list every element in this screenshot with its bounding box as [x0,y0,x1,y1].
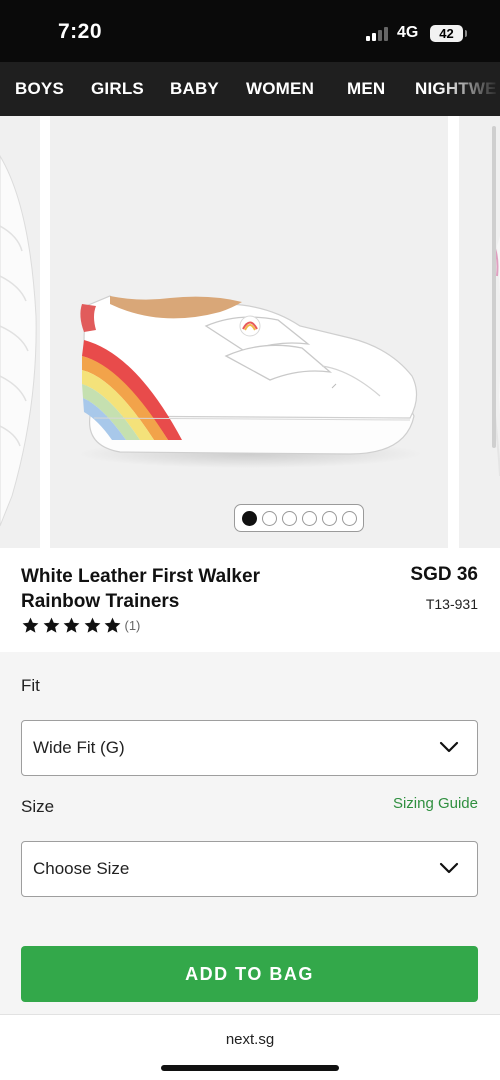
chevron-down-icon [439,862,459,874]
network-type: 4G [397,24,419,41]
star-icon [104,617,121,633]
gallery-dot[interactable] [262,511,277,526]
status-bar: 7:20 4G 42 [0,0,500,62]
battery-icon: 42 [430,25,467,42]
product-options: Fit Wide Fit (G) Size Sizing Guide Choos… [0,652,500,1014]
gallery-slide-main[interactable] [50,116,448,548]
nav-fade [440,62,500,116]
battery-level: 42 [439,26,454,41]
browser-address-bar[interactable]: next.sg [0,1014,500,1080]
nav-item-baby[interactable]: BABY [170,79,219,99]
fit-select-value: Wide Fit (G) [33,738,125,757]
gallery-scrollbar[interactable] [492,126,496,448]
star-icon [84,617,100,633]
item-code: T13-931 [425,596,478,612]
cellular-signal-icon [366,27,390,41]
shoe-product-image [78,295,422,468]
nav-item-women[interactable]: WOMEN [246,79,314,99]
size-label: Size [21,797,55,816]
home-indicator[interactable] [161,1065,339,1071]
size-select-value: Choose Size [33,859,130,878]
fit-label: Fit [21,676,40,695]
status-time: 7:20 [58,20,103,43]
nav-item-girls[interactable]: GIRLS [91,79,144,99]
shoe-sole-image [0,155,37,527]
chevron-down-icon [439,741,459,753]
fit-select[interactable]: Wide Fit (G) [21,720,478,776]
star-icon [43,617,59,633]
gallery-dot[interactable] [282,511,297,526]
gallery-slide-previous[interactable] [0,116,40,548]
gallery-dot[interactable] [302,511,317,526]
url-text[interactable]: next.sg [0,1031,500,1048]
gallery-dot[interactable] [342,511,357,526]
product-title: White Leather First Walker Rainbow Train… [21,566,260,612]
sizing-guide-link[interactable]: Sizing Guide [393,795,478,812]
star-icon [22,617,39,633]
star-icon [63,617,80,633]
review-count[interactable]: (1) [125,618,141,633]
product-gallery[interactable] [0,116,500,548]
gallery-dot[interactable] [322,511,337,526]
size-select[interactable]: Choose Size [21,841,478,897]
gallery-pagination[interactable] [234,504,364,532]
product-info: White Leather First Walker Rainbow Train… [0,548,500,652]
add-to-bag-button[interactable]: ADD TO BAG [21,946,478,1002]
nav-item-men[interactable]: MEN [347,79,385,99]
gallery-dot[interactable] [242,511,257,526]
nav-item-boys[interactable]: BOYS [15,79,64,99]
product-price: SGD 36 [410,564,478,585]
product-rating[interactable]: (1) [21,615,140,635]
category-nav: BOYS GIRLS BABY WOMEN MEN NIGHTWE [0,62,500,116]
